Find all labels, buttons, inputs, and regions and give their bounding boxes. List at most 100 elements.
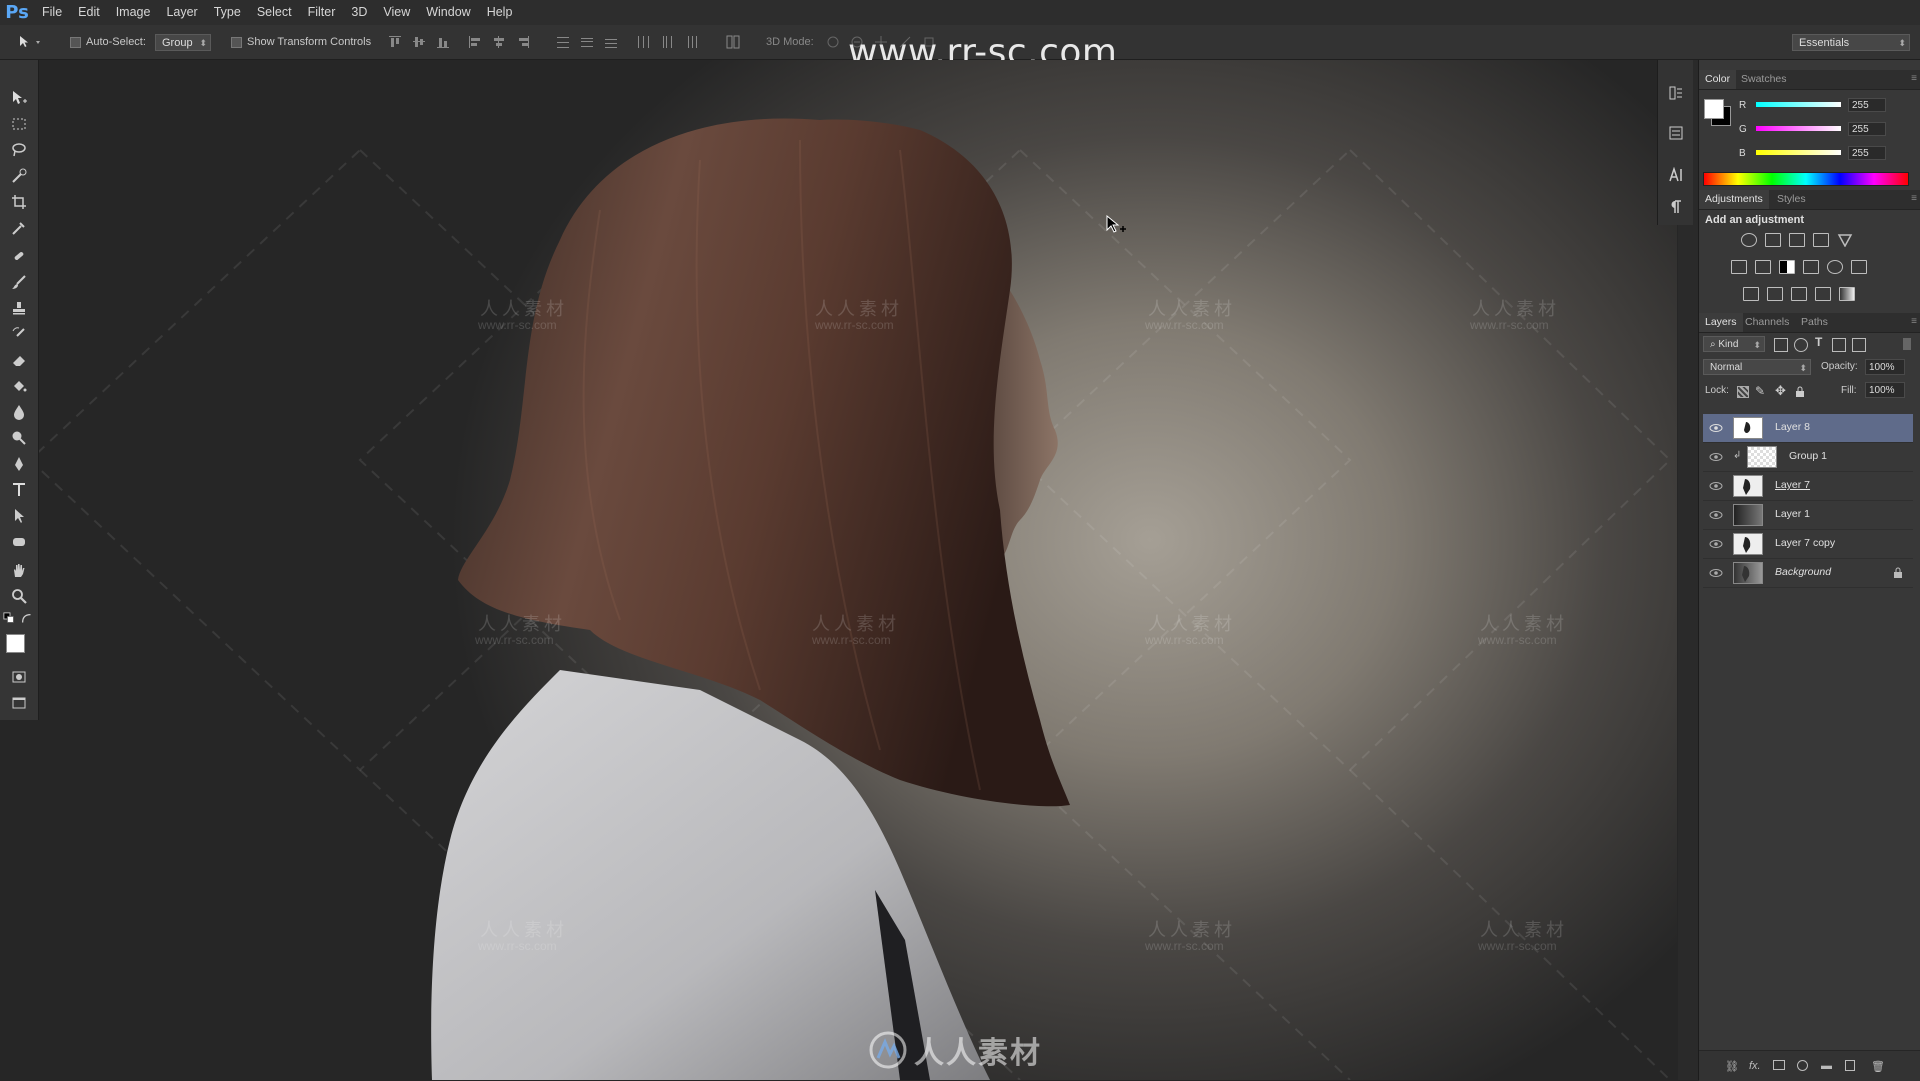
fill-input[interactable]: 100%	[1865, 382, 1905, 398]
color-foreground-swatch[interactable]	[1704, 99, 1724, 119]
history-panel-icon[interactable]	[1667, 84, 1685, 102]
threshold-icon[interactable]	[1791, 287, 1807, 301]
align-top-icon[interactable]	[388, 35, 402, 49]
visibility-eye-icon[interactable]	[1709, 451, 1723, 463]
menu-3d[interactable]: 3D	[343, 0, 375, 25]
menu-filter[interactable]: Filter	[300, 0, 344, 25]
layer-name[interactable]: Layer 1	[1775, 508, 1810, 520]
paragraph-panel-icon[interactable]	[1667, 198, 1685, 216]
align-right-icon[interactable]	[516, 35, 530, 49]
color-lookup-icon[interactable]	[1851, 260, 1867, 274]
document-canvas[interactable]: 人人素材 www.rr-sc.com 人人素材 www.rr-sc.com 人人…	[0, 60, 1677, 1080]
distribute-hcenter-icon[interactable]	[660, 35, 674, 49]
filter-adjustment-icon[interactable]	[1794, 338, 1808, 352]
align-hcenter-icon[interactable]	[492, 35, 506, 49]
distribute-top-icon[interactable]	[556, 35, 570, 49]
quick-mask-icon[interactable]	[6, 666, 32, 688]
foreground-color-swatch[interactable]	[6, 634, 25, 653]
layer-row-background[interactable]: Background	[1703, 559, 1913, 588]
menu-type[interactable]: Type	[206, 0, 249, 25]
move-tool-preset-picker[interactable]	[18, 25, 42, 59]
levels-icon[interactable]	[1765, 233, 1781, 247]
show-transform-checkbox[interactable]	[231, 36, 242, 48]
menu-image[interactable]: Image	[108, 0, 159, 25]
shape-tool-icon[interactable]	[6, 531, 32, 553]
visibility-eye-icon[interactable]	[1709, 538, 1723, 550]
vibrance-icon[interactable]	[1837, 233, 1853, 248]
color-balance-icon[interactable]	[1755, 260, 1771, 274]
screen-mode-icon[interactable]	[6, 692, 32, 714]
align-left-icon[interactable]	[468, 35, 482, 49]
mask-icon[interactable]	[1773, 1060, 1785, 1070]
lock-position-icon[interactable]: ✥	[1775, 383, 1786, 399]
menu-view[interactable]: View	[375, 0, 418, 25]
pen-tool-icon[interactable]	[6, 453, 32, 475]
menu-window[interactable]: Window	[418, 0, 478, 25]
brush-tool-icon[interactable]	[6, 271, 32, 293]
menu-layer[interactable]: Layer	[158, 0, 205, 25]
type-tool-icon[interactable]	[6, 479, 32, 501]
tab-swatches[interactable]: Swatches	[1735, 70, 1793, 89]
fx-icon[interactable]: fx.	[1749, 1060, 1761, 1072]
red-slider[interactable]	[1756, 102, 1841, 107]
curves-icon[interactable]	[1789, 233, 1805, 247]
move-tool-icon[interactable]	[6, 87, 32, 109]
clone-stamp-tool-icon[interactable]	[6, 297, 32, 319]
channel-mixer-icon[interactable]	[1827, 260, 1843, 274]
selective-color-icon[interactable]	[1815, 287, 1831, 301]
menu-select[interactable]: Select	[249, 0, 300, 25]
filter-smart-object-icon[interactable]	[1852, 338, 1866, 352]
lock-pixels-icon[interactable]: ✎	[1755, 384, 1765, 398]
exposure-icon[interactable]	[1813, 233, 1829, 247]
distribute-right-icon[interactable]	[684, 35, 698, 49]
filter-pixel-icon[interactable]	[1774, 338, 1788, 352]
eraser-tool-icon[interactable]	[6, 349, 32, 371]
folder-icon[interactable]: ▬	[1821, 1060, 1832, 1072]
brightness-contrast-icon[interactable]	[1741, 233, 1757, 247]
filter-shape-icon[interactable]	[1832, 338, 1846, 352]
layer-name[interactable]: Layer 7 copy	[1775, 537, 1835, 549]
blur-tool-icon[interactable]	[6, 401, 32, 423]
menu-help[interactable]: Help	[479, 0, 521, 25]
hand-tool-icon[interactable]	[6, 559, 32, 581]
red-value-input[interactable]: 255	[1848, 98, 1886, 112]
visibility-eye-icon[interactable]	[1709, 509, 1723, 521]
auto-select-dropdown[interactable]: Group	[155, 33, 211, 52]
history-brush-tool-icon[interactable]	[6, 323, 32, 345]
black-white-icon[interactable]	[1779, 260, 1795, 274]
photo-filter-icon[interactable]	[1803, 260, 1819, 274]
distribute-left-icon[interactable]	[636, 35, 650, 49]
layer-row-layer-8[interactable]: Layer 8	[1703, 414, 1913, 443]
healing-brush-tool-icon[interactable]	[6, 245, 32, 267]
path-selection-tool-icon[interactable]	[6, 505, 32, 527]
visibility-eye-icon[interactable]	[1709, 567, 1723, 579]
posterize-icon[interactable]	[1767, 287, 1783, 301]
menu-edit[interactable]: Edit	[70, 0, 108, 25]
layer-name[interactable]: Group 1	[1789, 450, 1827, 462]
distribute-bottom-icon[interactable]	[604, 35, 618, 49]
layers-panel-menu-icon[interactable]: ≡	[1911, 316, 1917, 327]
color-spectrum-ramp[interactable]	[1703, 172, 1909, 186]
blue-value-input[interactable]: 255	[1848, 146, 1886, 160]
workspace-dropdown[interactable]: Essentials	[1792, 33, 1910, 52]
blue-slider[interactable]	[1756, 150, 1841, 155]
green-value-input[interactable]: 255	[1848, 122, 1886, 136]
lock-all-icon[interactable]	[1795, 384, 1805, 397]
layer-name[interactable]: Background	[1775, 566, 1831, 578]
zoom-tool-icon[interactable]	[6, 585, 32, 607]
paint-bucket-tool-icon[interactable]	[6, 375, 32, 397]
layer-row-layer-7[interactable]: Layer 7	[1703, 472, 1913, 501]
hue-saturation-icon[interactable]	[1731, 260, 1747, 274]
adjustment-icon[interactable]	[1797, 1060, 1808, 1071]
crop-tool-icon[interactable]	[6, 191, 32, 213]
tab-channels[interactable]: Channels	[1739, 313, 1795, 332]
layer-name[interactable]: Layer 7	[1775, 479, 1810, 491]
tab-paths[interactable]: Paths	[1795, 313, 1834, 332]
filter-toggle-icon[interactable]	[1903, 338, 1911, 350]
tab-styles[interactable]: Styles	[1771, 190, 1812, 209]
auto-align-icon[interactable]	[726, 35, 740, 49]
menu-file[interactable]: File	[34, 0, 70, 25]
default-colors-icon[interactable]	[3, 608, 17, 630]
distribute-vcenter-icon[interactable]	[580, 35, 594, 49]
tab-adjustments[interactable]: Adjustments	[1699, 190, 1769, 209]
